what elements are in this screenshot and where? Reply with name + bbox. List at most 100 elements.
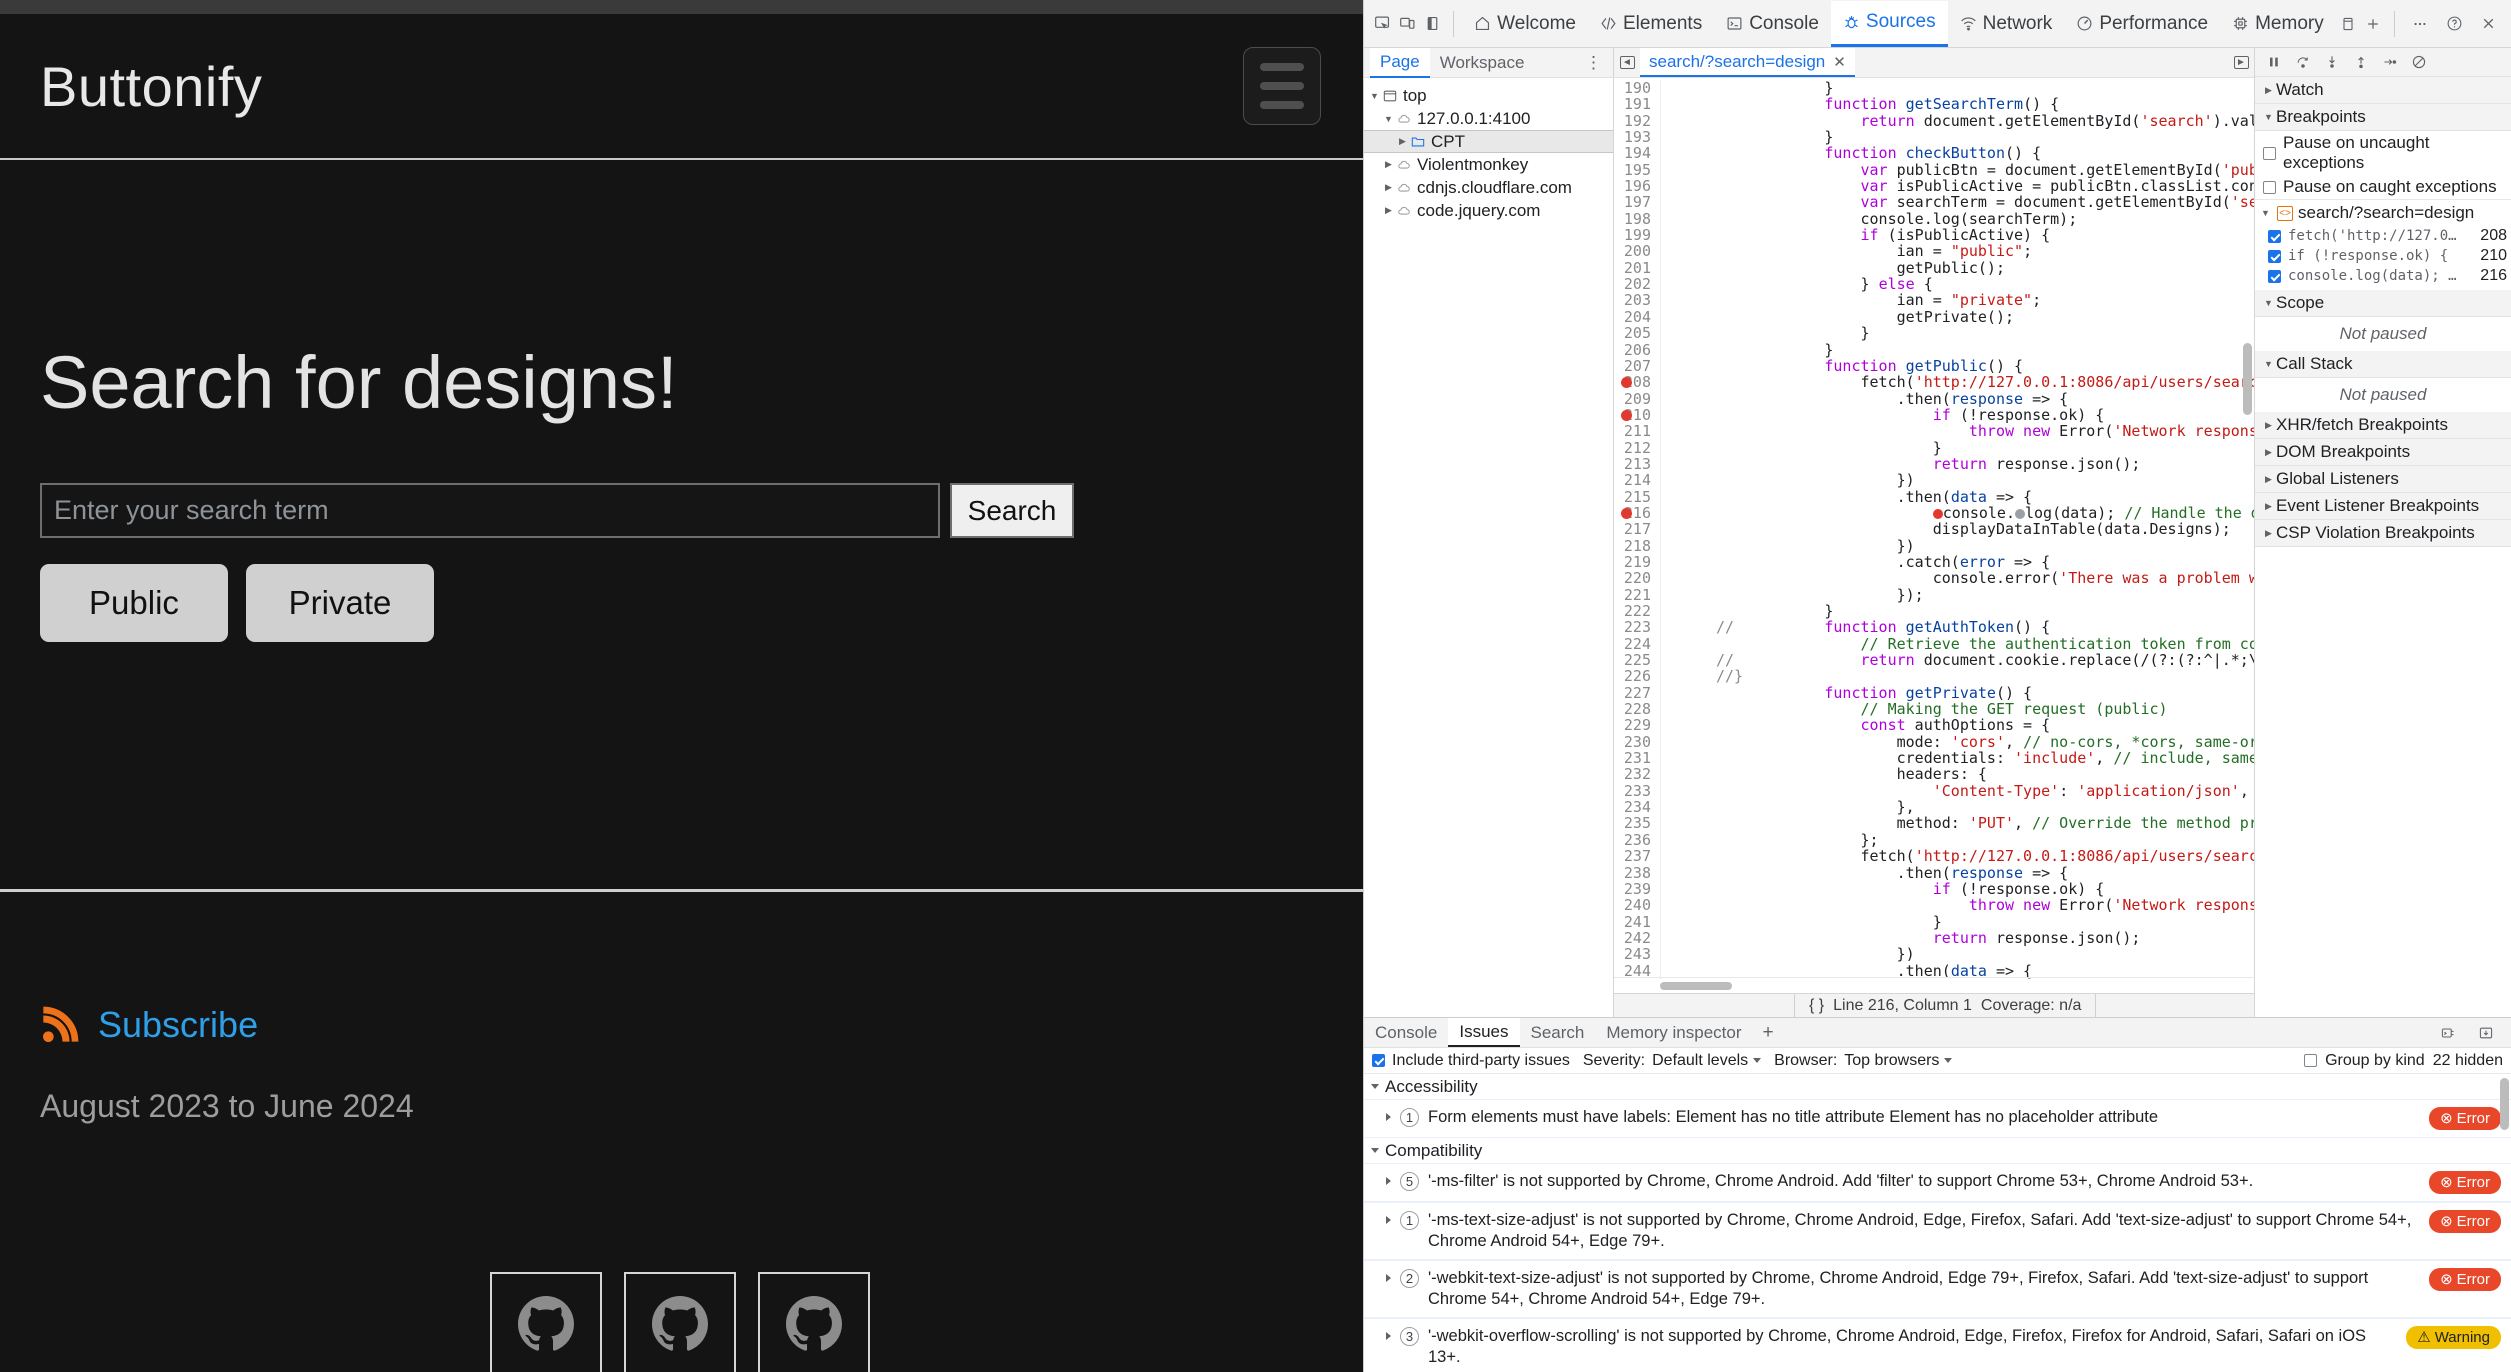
step-icon[interactable] xyxy=(2377,50,2403,74)
line-number[interactable]: 241 xyxy=(1614,913,1660,930)
code-line[interactable]: 195 var publicBtn = document.getElementB… xyxy=(1614,161,2254,178)
line-number[interactable]: 240 xyxy=(1614,897,1660,914)
code-line[interactable]: 197 var searchTerm = document.getElement… xyxy=(1614,194,2254,211)
code-vertical-scrollbar[interactable] xyxy=(2243,343,2252,415)
code-line[interactable]: 206 } xyxy=(1614,341,2254,358)
line-number[interactable]: 190 xyxy=(1614,80,1660,97)
nav-tab-page[interactable]: Page xyxy=(1370,47,1430,78)
issues-scrollbar[interactable] xyxy=(2500,1078,2509,1130)
tree-item-cdnjs[interactable]: ▶ cdnjs.cloudflare.com xyxy=(1364,176,1613,199)
code-line[interactable]: 204 getPrivate(); xyxy=(1614,308,2254,325)
line-number[interactable]: 230 xyxy=(1614,733,1660,750)
line-number[interactable]: 209 xyxy=(1614,390,1660,407)
breakpoint-marker[interactable] xyxy=(1621,507,1632,519)
code-line[interactable]: 205 } xyxy=(1614,325,2254,342)
line-number[interactable]: 235 xyxy=(1614,815,1660,832)
pause-caught-exceptions-row[interactable]: Pause on caught exceptions xyxy=(2255,175,2511,199)
line-number[interactable]: 205 xyxy=(1614,325,1660,342)
breakpoint-item[interactable]: console.log(data); … 216 xyxy=(2255,266,2511,286)
include-third-party-checkbox[interactable] xyxy=(1372,1054,1385,1067)
checkbox[interactable] xyxy=(2263,180,2276,194)
breakpoint-item[interactable]: if (!response.ok) { 210 xyxy=(2255,246,2511,266)
chevron-down-icon[interactable]: ▼ xyxy=(2261,112,2276,122)
code-line[interactable]: 209 .then(response => { xyxy=(1614,390,2254,407)
line-number[interactable]: 199 xyxy=(1614,227,1660,244)
line-number[interactable]: 224 xyxy=(1614,635,1660,652)
code-line[interactable]: 224 // Retrieve the authentication token… xyxy=(1614,635,2254,652)
line-number[interactable]: 204 xyxy=(1614,308,1660,325)
code-line[interactable]: 238 .then(response => { xyxy=(1614,864,2254,881)
line-number[interactable]: 218 xyxy=(1614,537,1660,554)
breakpoint-file-row[interactable]: ▼ <> search/?search=design xyxy=(2255,199,2511,226)
issues-list[interactable]: Accessibility 1 Form elements must have … xyxy=(1364,1074,2511,1372)
drawer-tab-issues[interactable]: Issues xyxy=(1448,1018,1520,1047)
close-icon[interactable] xyxy=(2471,7,2505,41)
drawer-tab-search[interactable]: Search xyxy=(1520,1018,1596,1047)
line-number[interactable]: 221 xyxy=(1614,586,1660,603)
chevron-down-icon[interactable]: ▼ xyxy=(1382,114,1395,124)
tree-item-origin[interactable]: ▼ 127.0.0.1:4100 xyxy=(1364,107,1613,130)
code-line[interactable]: 237 fetch('http://127.0.0.1:8086/api/use… xyxy=(1614,848,2254,865)
chevron-right-icon[interactable]: ▶ xyxy=(2261,420,2276,431)
issue-row[interactable]: 2 '-webkit-text-size-adjust' is not supp… xyxy=(1364,1260,2511,1318)
chevron-right-icon[interactable]: ▶ xyxy=(1382,159,1395,170)
scrollbar-thumb[interactable] xyxy=(1660,981,1732,990)
code-line[interactable]: 190 } xyxy=(1614,80,2254,97)
code-line[interactable]: 214 }) xyxy=(1614,472,2254,489)
chevron-right-icon[interactable]: ▶ xyxy=(2261,85,2276,96)
issue-row[interactable]: 1 Form elements must have labels: Elemen… xyxy=(1364,1099,2511,1138)
code-line[interactable]: 196 var isPublicActive = publicBtn.class… xyxy=(1614,178,2254,195)
plus-icon[interactable] xyxy=(2361,7,2386,41)
breakpoint-marker[interactable] xyxy=(1621,409,1632,421)
code-line[interactable]: 233 'Content-Type': 'application/json', xyxy=(1614,782,2254,799)
line-number[interactable]: 220 xyxy=(1614,570,1660,587)
chevron-down-icon[interactable]: ▼ xyxy=(2261,298,2276,308)
code-line[interactable]: 230 mode: 'cors', // no-cors, *cors, sam… xyxy=(1614,733,2254,750)
chevron-right-icon[interactable]: ▶ xyxy=(1382,205,1395,216)
device-toolbar-icon[interactable] xyxy=(1395,7,1420,41)
line-number[interactable]: 243 xyxy=(1614,946,1660,963)
code-line[interactable]: 210 if (!response.ok) { xyxy=(1614,407,2254,423)
pretty-print-icon[interactable]: { } xyxy=(1809,997,1824,1015)
chevron-right-icon[interactable] xyxy=(1386,1216,1391,1224)
deactivate-breakpoints-icon[interactable] xyxy=(2406,50,2432,74)
code-line[interactable]: 240 throw new Error('Network response wa… xyxy=(1614,897,2254,914)
group-by-kind-checkbox[interactable] xyxy=(2304,1054,2318,1067)
line-number[interactable]: 191 xyxy=(1614,96,1660,113)
section-scope[interactable]: ▼ Scope xyxy=(2255,290,2511,317)
issue-row[interactable]: 1 '-ms-text-size-adjust' is not supporte… xyxy=(1364,1202,2511,1260)
code-viewer[interactable]: 190 } 191 function getSearchTerm() {192 r… xyxy=(1614,78,2254,993)
checkbox[interactable] xyxy=(2268,269,2281,283)
github-link[interactable] xyxy=(490,1272,602,1372)
issue-category-accessibility[interactable]: Accessibility xyxy=(1364,1074,2511,1099)
chevron-down-icon[interactable]: ▼ xyxy=(2261,359,2276,369)
code-horizontal-scrollbar[interactable] xyxy=(1614,977,2254,993)
step-over-icon[interactable] xyxy=(2290,50,2316,74)
section-breakpoints[interactable]: ▼ Breakpoints xyxy=(2255,104,2511,131)
line-number[interactable]: 201 xyxy=(1614,259,1660,276)
code-line[interactable]: 231 credentials: 'include', // include, … xyxy=(1614,750,2254,767)
plus-icon[interactable]: + xyxy=(1753,1018,1784,1047)
code-line[interactable]: 225 // return document.cookie.replace(/(?… xyxy=(1614,652,2254,669)
line-number[interactable]: 193 xyxy=(1614,129,1660,146)
line-number[interactable]: 195 xyxy=(1614,161,1660,178)
line-number[interactable]: 217 xyxy=(1614,521,1660,538)
code-line[interactable]: 211 throw new Error('Network response wa… xyxy=(1614,423,2254,440)
line-number[interactable]: 207 xyxy=(1614,357,1660,374)
section-watch[interactable]: ▶ Watch xyxy=(2255,77,2511,104)
line-number[interactable]: 200 xyxy=(1614,243,1660,260)
code-line[interactable]: 243 }) xyxy=(1614,946,2254,963)
section-global-listeners[interactable]: ▶ Global Listeners xyxy=(2255,466,2511,493)
browser-select[interactable]: Top browsers xyxy=(1844,1052,1953,1070)
code-line[interactable]: 208 fetch('http://127.0.0.1:8086/api/use… xyxy=(1614,374,2254,391)
line-number[interactable]: 242 xyxy=(1614,930,1660,947)
issue-category-compatibility[interactable]: Compatibility xyxy=(1364,1138,2511,1163)
chevron-right-icon[interactable] xyxy=(1386,1332,1391,1340)
chevron-right-icon[interactable]: ▶ xyxy=(2261,447,2276,458)
code-line[interactable]: 203 ian = "private"; xyxy=(1614,292,2254,309)
code-line[interactable]: 199 if (isPublicActive) { xyxy=(1614,227,2254,244)
code-line[interactable]: 236 }; xyxy=(1614,831,2254,848)
line-number[interactable]: 196 xyxy=(1614,178,1660,195)
code-line[interactable]: 194 function checkButton() { xyxy=(1614,145,2254,162)
line-number[interactable]: 222 xyxy=(1614,603,1660,620)
